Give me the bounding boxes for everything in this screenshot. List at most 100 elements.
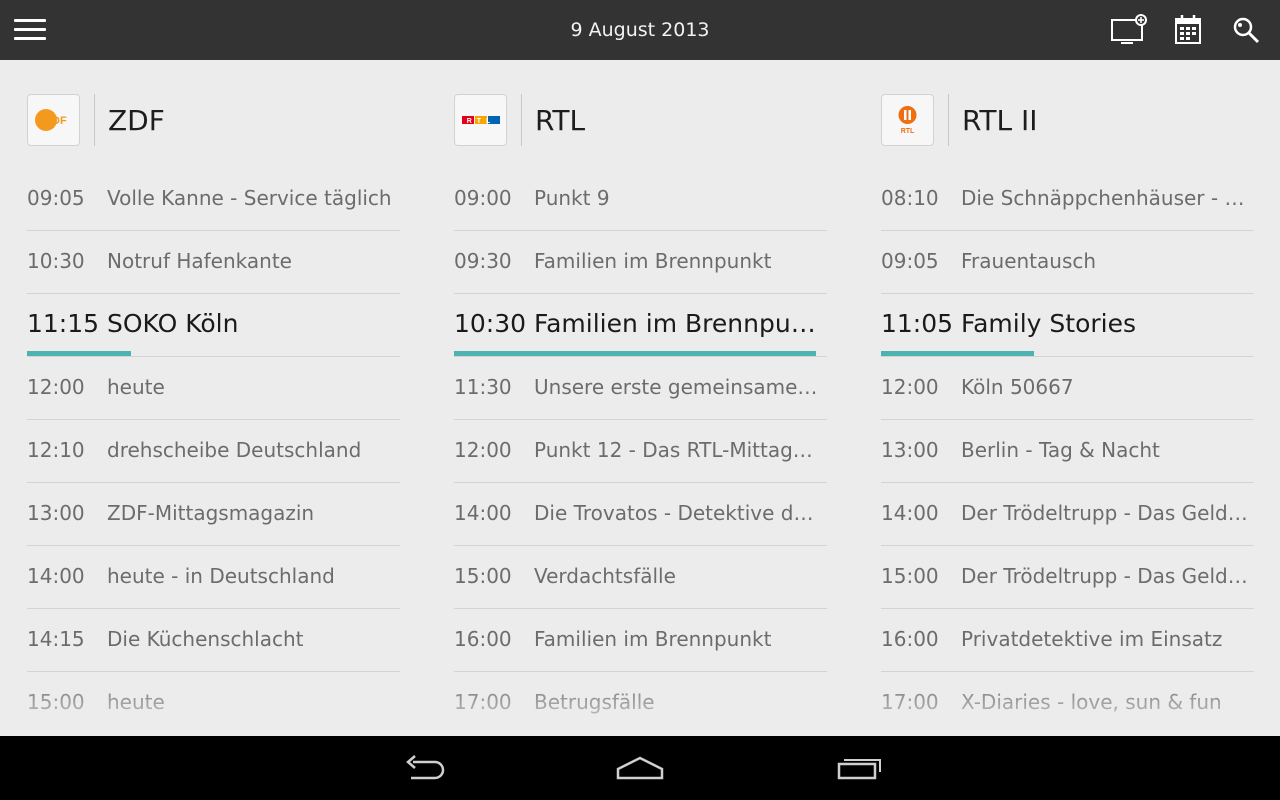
program-row[interactable]: 11:30 Unsere erste gemeinsame W… — [454, 357, 827, 420]
program-title: Punkt 12 - Das RTL-Mittagsjo… — [534, 438, 823, 462]
program-time: 17:00 — [881, 690, 939, 714]
program-time: 10:30 — [27, 249, 85, 273]
program-time: 11:30 — [454, 375, 512, 399]
program-title: Familien im Brennpunkt — [534, 309, 823, 338]
program-row[interactable]: 17:00 Betrugsfälle — [454, 672, 827, 735]
current-program-row[interactable]: 11:05 Family Stories — [881, 294, 1254, 357]
program-time: 14:00 — [881, 501, 939, 525]
program-row[interactable]: 15:00 heute — [27, 672, 400, 735]
program-title: heute — [107, 375, 165, 399]
program-row[interactable]: 14:00 heute - in Deutschland — [27, 546, 400, 609]
program-time: 15:00 — [454, 564, 512, 588]
rtl-logo: RTL — [454, 94, 507, 146]
program-row[interactable]: 15:00 Der Trödeltrupp - Das Geld lie… — [881, 546, 1254, 609]
program-time: 09:05 — [881, 249, 939, 273]
divider — [94, 94, 95, 146]
program-list: 09:00 Punkt 9 09:30 Familien im Brennpunkt 1… — [454, 168, 827, 735]
channel-column-rtl2: RTL RTL II 08:10 Die Schnäppchenhäuser - … — [881, 60, 1254, 736]
logo-text: ZDF — [45, 115, 67, 127]
program-title: Familien im Brennpunkt — [534, 249, 772, 273]
program-row[interactable]: 12:10 drehscheibe Deutschland — [27, 420, 400, 483]
program-row[interactable]: 09:00 Punkt 9 — [454, 168, 827, 231]
program-title: Privatdetektive im Einsatz — [961, 627, 1223, 651]
program-row[interactable]: 12:00 Punkt 12 - Das RTL-Mittagsjo… — [454, 420, 827, 483]
program-title: Verdachtsfälle — [534, 564, 676, 588]
current-program-row[interactable]: 11:15 SOKO Köln — [27, 294, 400, 357]
program-title: Unsere erste gemeinsame W… — [534, 375, 823, 399]
recent-apps-icon[interactable] — [827, 748, 887, 788]
program-time: 14:00 — [27, 564, 85, 588]
program-time: 10:30 — [454, 309, 527, 338]
program-time: 11:05 — [881, 309, 954, 338]
search-icon[interactable] — [1231, 14, 1263, 46]
program-row[interactable]: 14:00 Die Trovatos - Detektive deck… — [454, 483, 827, 546]
program-row[interactable]: 13:00 ZDF-Mittagsmagazin — [27, 483, 400, 546]
program-row[interactable]: 09:05 Frauentausch — [881, 231, 1254, 294]
back-icon[interactable] — [394, 748, 454, 788]
program-row[interactable]: 12:00 Köln 50667 — [881, 357, 1254, 420]
program-list: 08:10 Die Schnäppchenhäuser - Der… 09:05 Fr… — [881, 168, 1254, 735]
program-row[interactable]: 09:30 Familien im Brennpunkt — [454, 231, 827, 294]
channel-header[interactable]: RTL RTL — [454, 94, 827, 146]
channel-header[interactable]: ZDF ZDF — [27, 94, 400, 146]
program-time: 09:00 — [454, 186, 512, 210]
program-title: Familien im Brennpunkt — [534, 627, 772, 651]
zdf-logo: ZDF — [27, 94, 80, 146]
program-time: 14:15 — [27, 627, 85, 651]
program-title: Frauentausch — [961, 249, 1097, 273]
program-row[interactable]: 09:05 Volle Kanne - Service täglich — [27, 168, 400, 231]
program-title: SOKO Köln — [107, 309, 239, 338]
rtl2-logo: RTL — [881, 94, 934, 146]
program-row[interactable]: 08:10 Die Schnäppchenhäuser - Der… — [881, 168, 1254, 231]
program-title: Betrugsfälle — [534, 690, 655, 714]
program-title: Die Küchenschlacht — [107, 627, 304, 651]
program-title: Berlin - Tag & Nacht — [961, 438, 1160, 462]
progress-fill — [454, 351, 816, 356]
program-title: ZDF-Mittagsmagazin — [107, 501, 315, 525]
program-time: 13:00 — [881, 438, 939, 462]
program-list: 09:05 Volle Kanne - Service täglich 10:30 N… — [27, 168, 400, 735]
program-row[interactable]: 12:00 heute — [27, 357, 400, 420]
home-icon[interactable] — [610, 748, 670, 788]
channel-name: ZDF — [108, 104, 165, 137]
action-bar: 9 August 2013 — [0, 0, 1280, 60]
program-row[interactable]: 17:00 X-Diaries - love, sun & fun — [881, 672, 1254, 735]
program-time: 14:00 — [454, 501, 512, 525]
program-title: Köln 50667 — [961, 375, 1074, 399]
current-program-row[interactable]: 10:30 Familien im Brennpunkt — [454, 294, 827, 357]
logo-text: RTL — [901, 128, 915, 135]
program-title: Die Schnäppchenhäuser - Der… — [961, 186, 1250, 210]
program-time: 16:00 — [454, 627, 512, 651]
program-row[interactable]: 10:30 Notruf Hafenkante — [27, 231, 400, 294]
channel-header[interactable]: RTL RTL II — [881, 94, 1254, 146]
program-time: 12:00 — [881, 375, 939, 399]
tv-add-icon[interactable] — [1110, 14, 1147, 46]
progress-fill — [881, 351, 1034, 356]
program-row[interactable]: 16:00 Privatdetektive im Einsatz — [881, 609, 1254, 672]
program-title: X-Diaries - love, sun & fun — [961, 690, 1222, 714]
program-time: 09:05 — [27, 186, 85, 210]
program-title: Family Stories — [961, 309, 1136, 338]
progress-bar — [27, 351, 400, 356]
program-time: 08:10 — [881, 186, 939, 210]
divider — [948, 94, 949, 146]
program-time: 12:00 — [454, 438, 512, 462]
page-title: 9 August 2013 — [570, 19, 710, 41]
channel-name: RTL — [535, 104, 586, 137]
program-title: Der Trödeltrupp - Das Geld lie… — [961, 501, 1250, 525]
program-row[interactable]: 14:00 Der Trödeltrupp - Das Geld lie… — [881, 483, 1254, 546]
program-title: drehscheibe Deutschland — [107, 438, 362, 462]
program-row[interactable]: 15:00 Verdachtsfälle — [454, 546, 827, 609]
program-time: 13:00 — [27, 501, 85, 525]
system-nav-bar — [0, 736, 1280, 800]
program-title: Punkt 9 — [534, 186, 610, 210]
program-row[interactable]: 16:00 Familien im Brennpunkt — [454, 609, 827, 672]
menu-icon[interactable] — [14, 19, 46, 41]
program-title: Volle Kanne - Service täglich — [107, 186, 392, 210]
program-time: 17:00 — [454, 690, 512, 714]
calendar-icon[interactable] — [1173, 14, 1205, 46]
divider — [521, 94, 522, 146]
program-row[interactable]: 13:00 Berlin - Tag & Nacht — [881, 420, 1254, 483]
program-title: Notruf Hafenkante — [107, 249, 292, 273]
program-row[interactable]: 14:15 Die Küchenschlacht — [27, 609, 400, 672]
